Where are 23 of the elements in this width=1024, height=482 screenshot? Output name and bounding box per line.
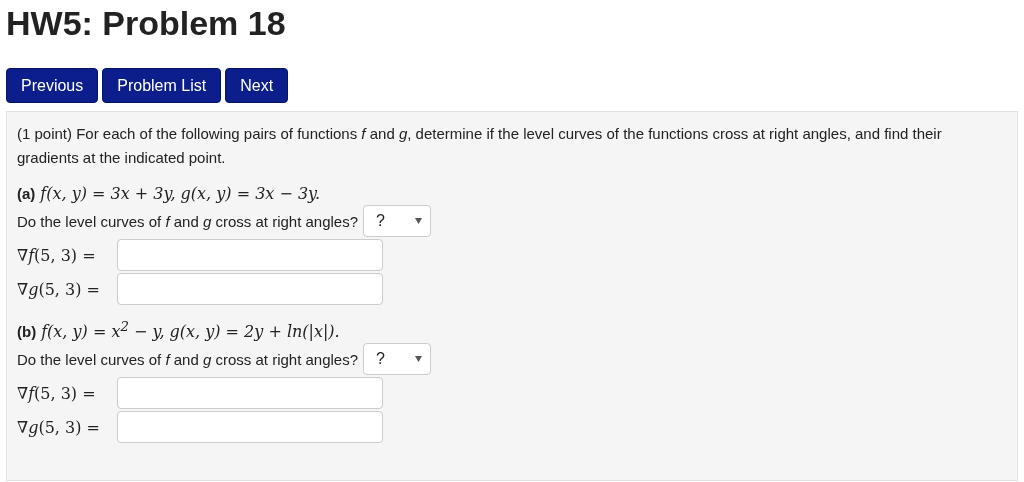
gradient-label: ∇f(5, 3) = bbox=[17, 245, 97, 265]
answer-input[interactable] bbox=[117, 239, 383, 271]
gradient-label: ∇g(5, 3) = bbox=[17, 417, 101, 437]
function-formula: f(x, y) = 3x + 3y, g(x, y) = 3x − 3y. bbox=[40, 184, 321, 203]
answer-dropdown[interactable]: ? bbox=[363, 205, 432, 237]
gradient-label: ∇g(5, 3) = bbox=[17, 279, 101, 299]
answer-dropdown[interactable]: ? bbox=[363, 343, 432, 376]
part-label: (b) bbox=[17, 323, 37, 341]
function-formula: f(x, y) = x$^{2}$ − y, g(x, y) = 2y + ln(|x|). bbox=[41, 319, 340, 342]
nav-button[interactable]: Problem List bbox=[102, 68, 222, 103]
problem-statement: (1 point) For each of the following pairs of functions f and g, determine if the level curves of the functions cross at right angles, and find their gradients at the indicated point. bbox=[17, 124, 943, 168]
answer-input[interactable] bbox=[117, 411, 383, 444]
caret-icon bbox=[415, 218, 423, 224]
question-text: Do the level curves of f and g cross at right angles? bbox=[17, 212, 359, 230]
answer-input[interactable] bbox=[117, 273, 383, 305]
gradient-label: ∇f(5, 3) = bbox=[17, 383, 97, 403]
caret-icon bbox=[415, 356, 423, 363]
part-label: (a) bbox=[17, 185, 36, 202]
question-text: Do the level curves of f and g cross at right angles? bbox=[17, 350, 359, 368]
page-title: HW5: Problem 18 bbox=[6, 3, 287, 44]
answer-input[interactable] bbox=[117, 377, 383, 410]
nav-button[interactable]: Previous bbox=[6, 68, 99, 103]
nav-button[interactable]: Next bbox=[225, 68, 289, 103]
